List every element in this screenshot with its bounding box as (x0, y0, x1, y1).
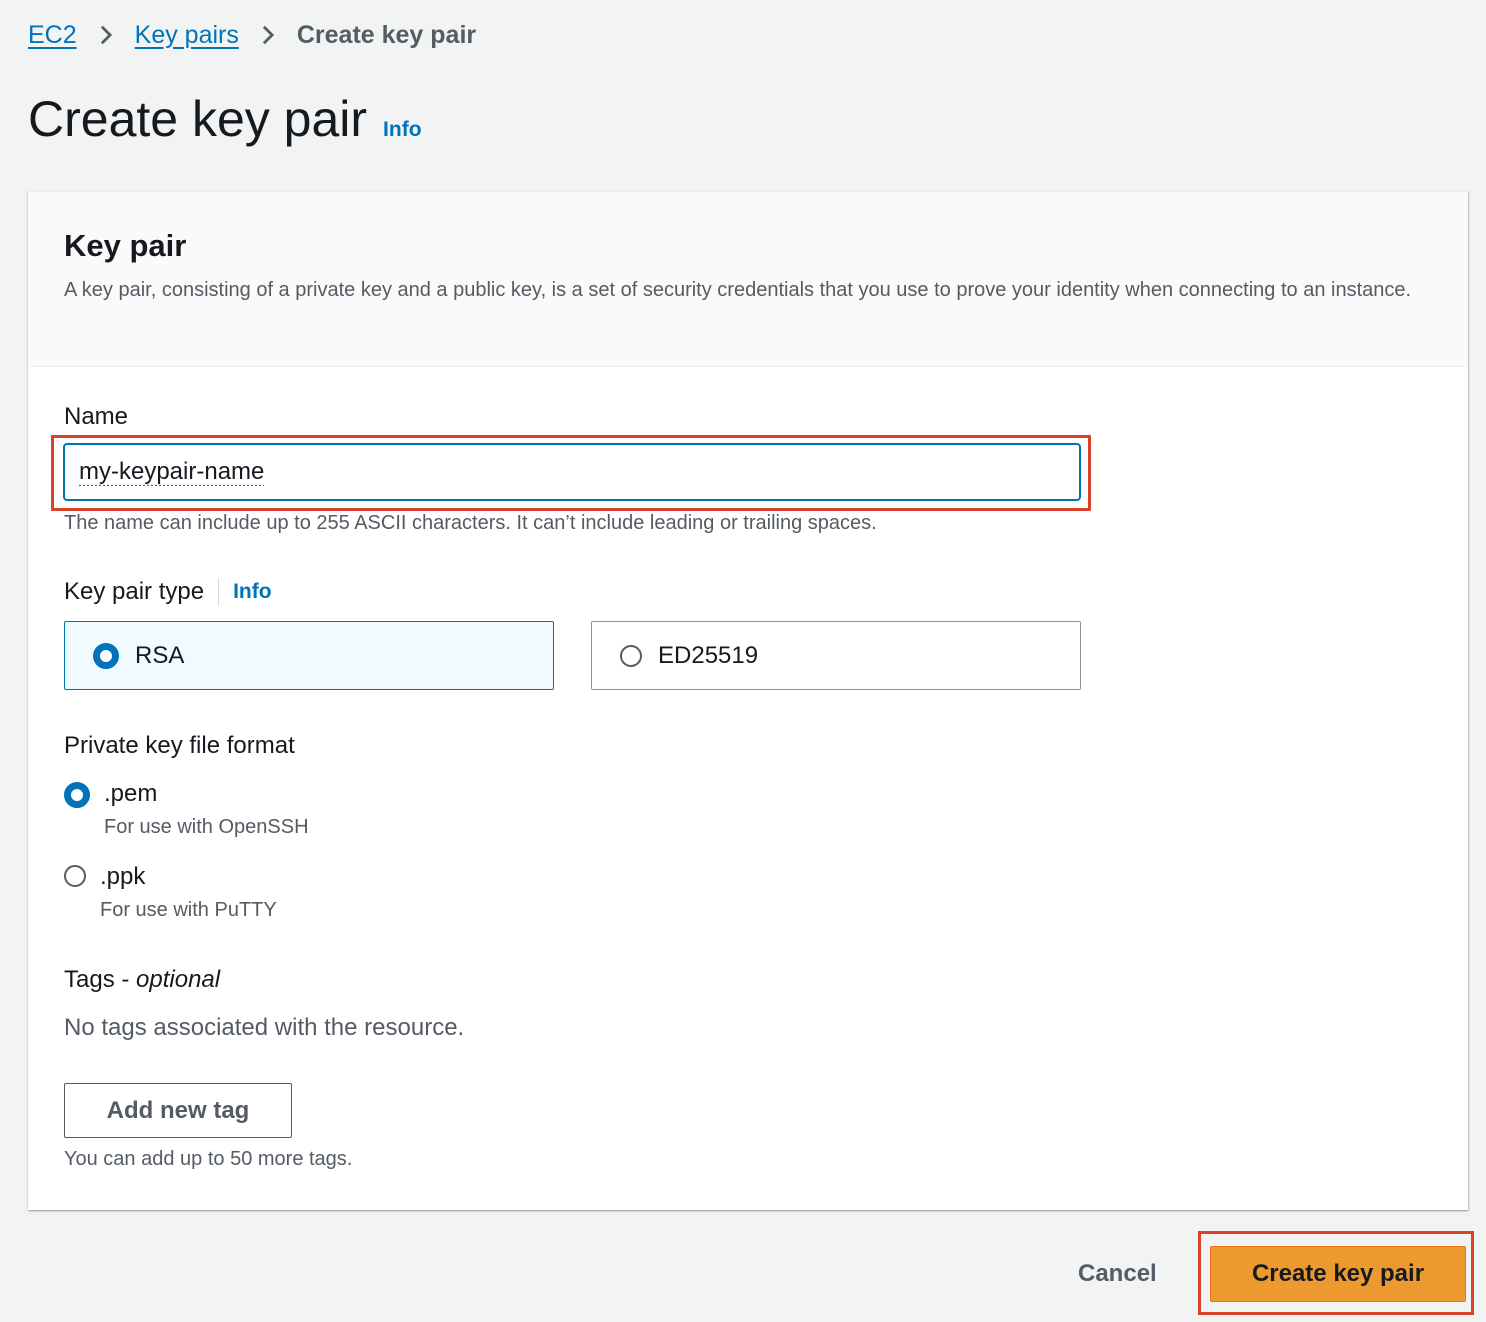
name-label: Name (64, 403, 129, 430)
file-format-option-pem[interactable]: .pem For use with OpenSSH (64, 780, 309, 839)
key-type-label: Key pair type (64, 578, 205, 605)
name-hint: The name can include up to 255 ASCII cha… (64, 512, 877, 534)
page-title: Create key pair (28, 91, 368, 147)
panel-description: A key pair, consisting of a private key … (64, 279, 1412, 301)
divider (218, 578, 220, 606)
key-type-tile-ed25519[interactable]: ED25519 (591, 621, 1081, 690)
name-input[interactable] (63, 443, 1081, 501)
tags-optional-label: optional (136, 966, 221, 993)
tags-empty-text: No tags associated with the resource. (64, 1014, 465, 1041)
breadcrumb-ec2-link[interactable]: EC2 (28, 21, 77, 50)
file-format-pem-text: .pem For use with OpenSSH (104, 780, 309, 839)
add-new-tag-button[interactable]: Add new tag (64, 1083, 292, 1138)
file-format-ppk-description: For use with PuTTY (100, 899, 277, 921)
key-type-label-row: Key pair type Info (64, 578, 272, 606)
breadcrumb-key-pairs-link[interactable]: Key pairs (135, 21, 239, 50)
page-info-link[interactable]: Info (383, 118, 421, 142)
key-type-ed25519-label: ED25519 (658, 641, 759, 669)
tags-label: Tags - optional (64, 966, 220, 994)
file-format-pem-label: .pem (104, 780, 158, 807)
create-key-pair-button[interactable]: Create key pair (1210, 1246, 1466, 1302)
file-format-label: Private key file format (64, 732, 295, 759)
chevron-right-icon (262, 25, 274, 45)
key-type-rsa-label: RSA (135, 641, 185, 669)
radio-unchecked-icon[interactable] (64, 865, 86, 887)
tags-limit-hint: You can add up to 50 more tags. (64, 1148, 353, 1170)
file-format-ppk-text: .ppk For use with PuTTY (100, 863, 277, 922)
key-type-tile-rsa[interactable]: RSA (64, 621, 554, 690)
file-format-option-ppk[interactable]: .ppk For use with PuTTY (64, 863, 277, 922)
panel-title: Key pair (64, 228, 187, 263)
file-format-pem-description: For use with OpenSSH (104, 816, 309, 838)
chevron-right-icon (100, 25, 112, 45)
breadcrumb-current: Create key pair (296, 20, 477, 49)
key-pair-panel: Key pair A key pair, consisting of a pri… (28, 191, 1468, 1210)
breadcrumb: EC2 Key pairs Create key pair (28, 14, 476, 56)
key-type-info-link[interactable]: Info (233, 580, 271, 604)
file-format-ppk-label: .ppk (100, 863, 146, 890)
tags-label-text: Tags - (64, 966, 137, 993)
radio-checked-icon[interactable] (93, 642, 119, 669)
radio-unchecked-icon[interactable] (620, 644, 642, 667)
panel-header: Key pair A key pair, consisting of a pri… (28, 192, 1468, 367)
cancel-button[interactable]: Cancel (1060, 1248, 1175, 1300)
radio-checked-icon[interactable] (64, 782, 90, 808)
page-header: Create key pair Info (28, 90, 422, 148)
